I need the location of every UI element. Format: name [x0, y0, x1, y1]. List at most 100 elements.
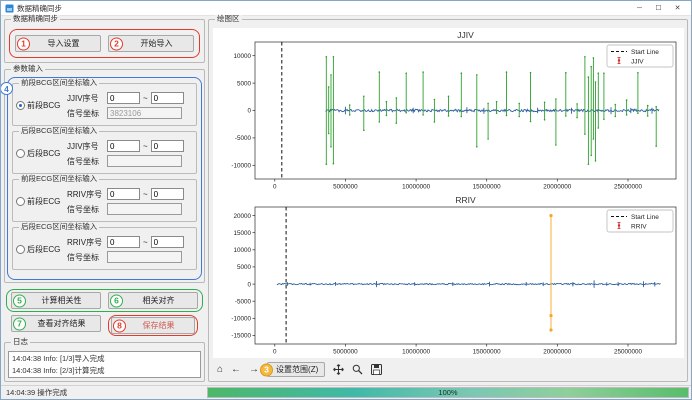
window-title: 数据精确同步 — [17, 3, 62, 14]
progress-bar: 100% — [207, 387, 689, 398]
annotation-badge-8: 8 — [113, 319, 126, 332]
rear-ecg-radio-label: 后段ECG — [27, 244, 60, 255]
annotation-badge-5: 5 — [13, 294, 26, 307]
save-icon[interactable] — [371, 364, 382, 375]
actions-row-2: 7 查看对齐结果 8 保存结果 — [6, 315, 203, 336]
statusbar: 14:04:39 操作完成 100% — [1, 385, 691, 399]
pan-icon[interactable] — [333, 364, 344, 375]
radio-dot-icon — [16, 197, 25, 206]
log-line: 14:04:39 Info: [3/3]绘图完成 — [12, 376, 197, 378]
app-window: 数据精确同步 ─ ☐ ✕ 数据精确同步 1 导入设置 2 开始导入 — [0, 0, 692, 400]
jjiv-to-spinbox[interactable] — [151, 92, 184, 104]
calc-correlation-label: 计算相关性 — [42, 295, 82, 306]
minimize-button[interactable]: ─ — [630, 1, 649, 15]
save-result-button[interactable]: 8 保存结果 — [111, 317, 195, 334]
svg-text:-10000: -10000 — [231, 163, 251, 170]
log-output: 14:04:38 Info: [1/3]导入完成 14:04:38 Info: … — [8, 351, 201, 378]
svg-text:10000: 10000 — [233, 247, 251, 254]
rear-bcg-radio-label: 后段BCG — [27, 148, 60, 159]
rriv-to-spinbox[interactable] — [151, 236, 184, 248]
svg-text:20000000: 20000000 — [543, 184, 572, 191]
range-tilde: ~ — [143, 94, 148, 103]
svg-text:0: 0 — [247, 281, 251, 288]
svg-text:0: 0 — [273, 184, 277, 191]
front-ecg-section: 前段ECG区间坐标输入 前段ECG RRIV序号 ~ — [12, 179, 197, 222]
svg-text:JJIV: JJIV — [457, 30, 474, 40]
svg-text:RRIV: RRIV — [455, 195, 476, 205]
params-groupbox: 参数输入 4 前段BCG区间坐标输入 前段BCG JJIV序号 — [4, 69, 205, 283]
radio-dot-icon — [16, 101, 25, 110]
rear-ecg-coord-field[interactable] — [107, 251, 182, 263]
annotation-badge-3: 3 — [260, 363, 273, 376]
jjiv-plot[interactable]: 0500000010000000150000002000000025000000… — [213, 28, 684, 193]
jjiv-from-spinbox[interactable] — [107, 92, 140, 104]
range-tilde: ~ — [143, 238, 148, 247]
svg-text:0: 0 — [247, 108, 251, 115]
svg-text:25000000: 25000000 — [614, 184, 643, 191]
front-ecg-radio[interactable]: 前段ECG — [16, 196, 64, 207]
maximize-button[interactable]: ☐ — [649, 1, 668, 15]
rriv-from-spinbox[interactable] — [107, 236, 140, 248]
import-settings-label: 导入设置 — [48, 38, 80, 49]
front-bcg-radio[interactable]: 前段BCG — [16, 100, 64, 111]
svg-text:5000000: 5000000 — [333, 184, 358, 191]
main-area: 数据精确同步 1 导入设置 2 开始导入 参数输入 4 — [1, 16, 691, 385]
window-controls: ─ ☐ ✕ — [630, 1, 687, 15]
zoom-icon[interactable] — [352, 364, 363, 375]
svg-text:5000: 5000 — [237, 264, 252, 271]
svg-text:5000: 5000 — [237, 80, 252, 87]
view-align-result-label: 查看对齐结果 — [38, 318, 86, 329]
jjiv-to-spinbox[interactable] — [151, 140, 184, 152]
save-result-label: 保存结果 — [143, 320, 175, 331]
home-icon[interactable]: ⌂ — [217, 365, 223, 375]
start-import-button[interactable]: 2 开始导入 — [108, 35, 194, 52]
plot-area-groupbox: 绘图区 050000001000000015000000200000002500… — [208, 19, 688, 382]
correlation-align-button[interactable]: 6 相关对齐 — [108, 292, 198, 309]
front-ecg-section-title: 前段ECG区间坐标输入 — [19, 175, 99, 183]
forward-arrow-icon[interactable]: → — [249, 365, 259, 375]
annotation-badge-1: 1 — [17, 37, 30, 50]
annotation-badge-7: 7 — [13, 317, 26, 330]
svg-text:-5000: -5000 — [235, 135, 252, 142]
front-bcg-section-title: 前段BCG区间坐标输入 — [19, 79, 99, 87]
rear-bcg-coord-field[interactable] — [107, 155, 182, 167]
front-bcg-section: 前段BCG区间坐标输入 前段BCG JJIV序号 ~ — [12, 83, 197, 126]
radio-dot-icon — [16, 149, 25, 158]
signal-coord-label: 信号坐标 — [67, 108, 104, 119]
front-bcg-coord-field[interactable] — [107, 107, 182, 119]
import-settings-button[interactable]: 1 导入设置 — [15, 35, 101, 52]
rriv-index-label: RRIV序号 — [67, 189, 104, 200]
set-range-label: 设置范围(Z) — [276, 364, 318, 375]
annotation-badge-4: 4 — [0, 82, 13, 95]
rear-bcg-radio[interactable]: 后段BCG — [16, 148, 64, 159]
view-align-result-button[interactable]: 7 查看对齐结果 — [11, 315, 101, 332]
svg-text:20000: 20000 — [233, 213, 251, 220]
rear-ecg-radio[interactable]: 后段ECG — [16, 244, 64, 255]
front-bcg-radio-label: 前段BCG — [27, 100, 60, 111]
jjiv-index-label: JJIV序号 — [67, 141, 104, 152]
annotation-box-import: 1 导入设置 2 开始导入 — [9, 29, 200, 58]
start-import-label: 开始导入 — [141, 38, 173, 49]
back-arrow-icon[interactable]: ← — [231, 365, 241, 375]
rriv-to-spinbox[interactable] — [151, 188, 184, 200]
rriv-plot[interactable]: 0500000010000000150000002000000025000000… — [213, 193, 684, 358]
svg-text:RRIV: RRIV — [631, 223, 647, 230]
rear-ecg-section: 后段ECG区间坐标输入 后段ECG RRIV序号 ~ — [12, 227, 197, 270]
rriv-index-label: RRIV序号 — [67, 237, 104, 248]
figure-canvas: 0500000010000000150000002000000025000000… — [213, 28, 684, 358]
set-range-button[interactable]: 3 设置范围(Z) — [267, 362, 325, 377]
plot-toolbar: ⌂ ← → 3 设置范围(Z) — [217, 360, 382, 379]
status-message: 14:04:39 操作完成 — [6, 387, 67, 398]
svg-text:15000: 15000 — [233, 230, 251, 237]
svg-text:5000000: 5000000 — [333, 349, 358, 356]
calc-correlation-button[interactable]: 5 计算相关性 — [11, 292, 101, 309]
jjiv-index-label: JJIV序号 — [67, 93, 104, 104]
plot-area-title: 绘图区 — [215, 15, 242, 23]
rriv-from-spinbox[interactable] — [107, 188, 140, 200]
jjiv-from-spinbox[interactable] — [107, 140, 140, 152]
front-ecg-coord-field[interactable] — [107, 203, 182, 215]
signal-coord-label: 信号坐标 — [67, 252, 104, 263]
close-button[interactable]: ✕ — [668, 1, 687, 15]
svg-text:15000000: 15000000 — [473, 349, 502, 356]
svg-text:15000000: 15000000 — [473, 184, 502, 191]
